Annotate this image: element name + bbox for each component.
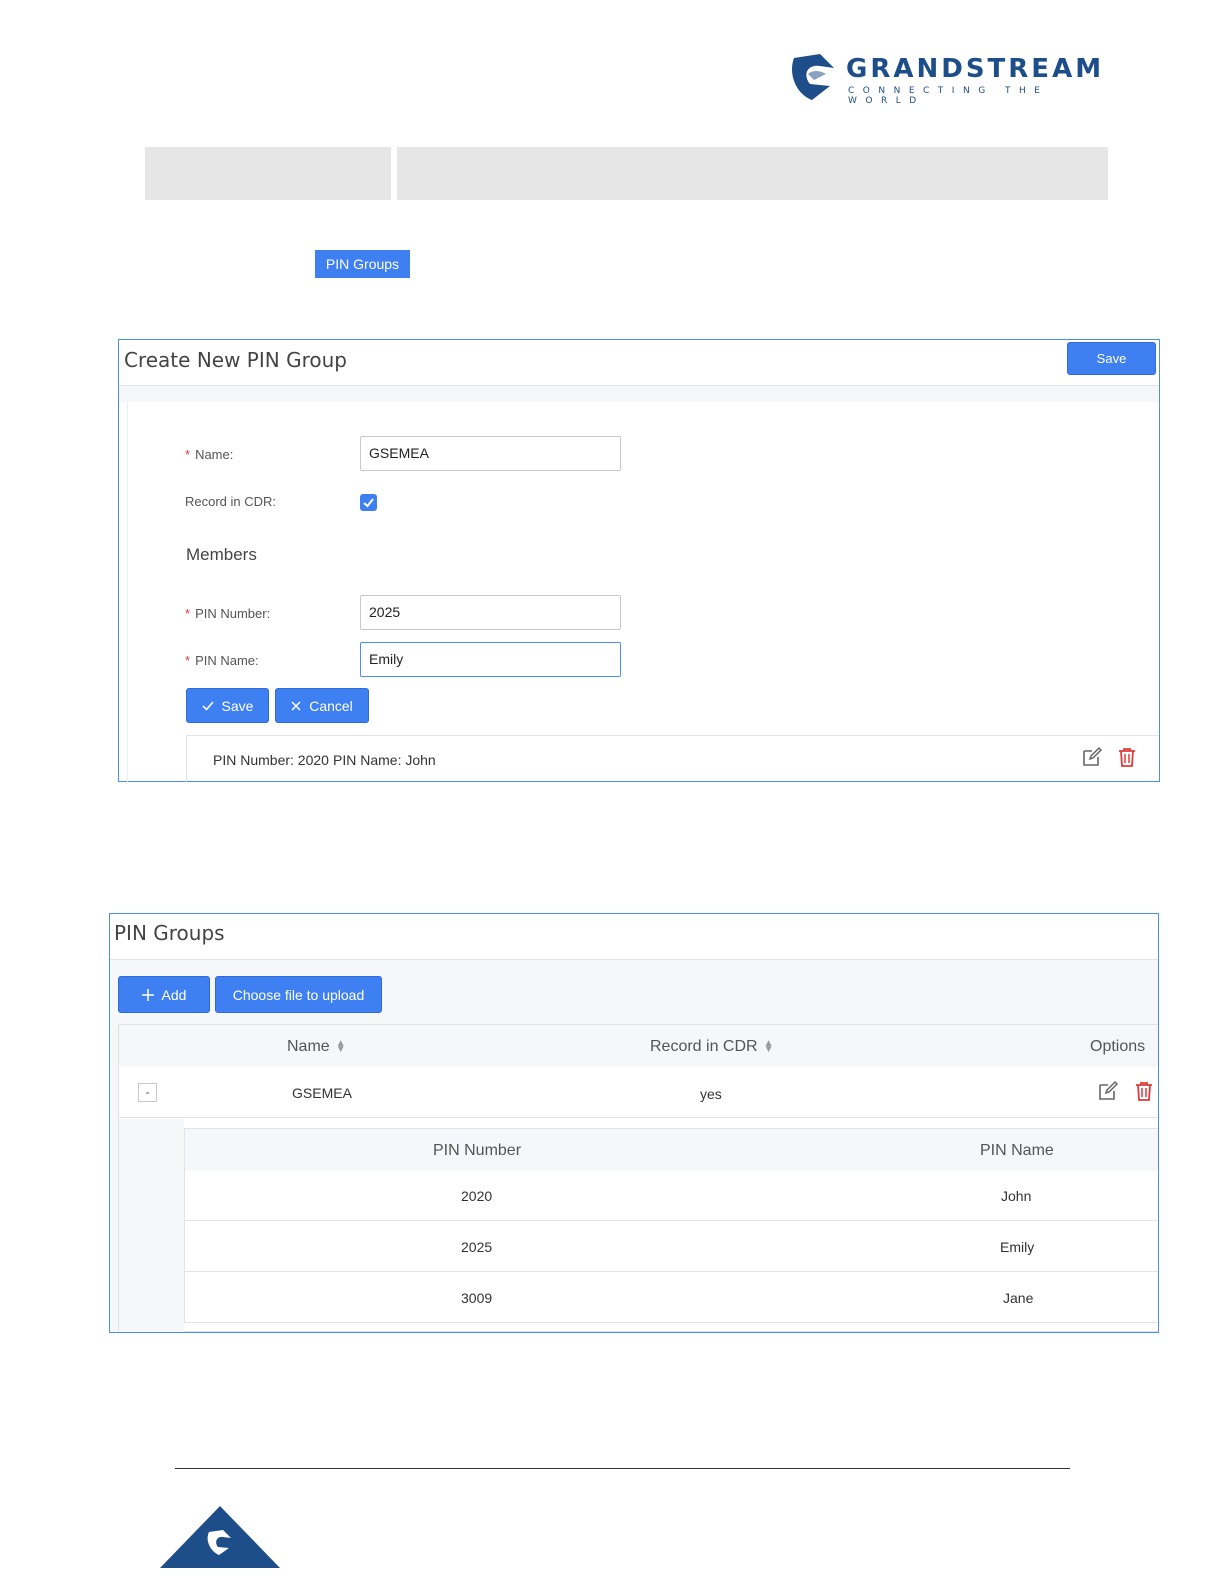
upload-label: Choose file to upload [232, 986, 365, 1003]
member-save-button[interactable]: Save [186, 688, 269, 723]
members-heading: Members [186, 545, 257, 564]
sub-table-gutter [119, 1119, 184, 1332]
brand-name: GRANDSTREAM [846, 54, 1105, 84]
row-record: yes [700, 1086, 722, 1102]
pin-name-input[interactable]: Emily [360, 642, 621, 677]
row-name: GSEMEA [292, 1085, 352, 1101]
save-top-button[interactable]: Save [1067, 342, 1156, 375]
grandstream-logo-icon [792, 54, 834, 100]
pin-name-cell: Emily [1000, 1239, 1035, 1255]
footer-rule [175, 1468, 1070, 1469]
pin-number-cell: 3009 [461, 1290, 493, 1306]
table-row: - GSEMEA yes [119, 1067, 1158, 1118]
groups-table-header [119, 1025, 1158, 1067]
add-button[interactable]: Add [118, 976, 210, 1013]
member-entry-number: PIN Number: 2020 [213, 752, 329, 768]
sort-icon: ▲ ▼ [763, 1037, 774, 1055]
record-cdr-label: Record in CDR: [185, 494, 277, 509]
pin-name-cell: Jane [1003, 1290, 1034, 1306]
check-icon [201, 700, 214, 711]
pin-name-label: * PIN Name: [185, 653, 259, 668]
pin-name-cell: John [1001, 1188, 1032, 1204]
brand-tagline: CONNECTING THE WORLD [848, 86, 1049, 106]
table-header-cell-left [145, 147, 391, 200]
edit-icon[interactable] [1097, 1080, 1119, 1102]
pin-groups-tag[interactable]: PIN Groups [315, 250, 410, 278]
grandstream-logo: GRANDSTREAM CONNECTING THE WORLD [790, 52, 1120, 106]
add-label: Add [161, 986, 187, 1003]
table-row: 3009 Jane [185, 1273, 1158, 1323]
collapse-toggle[interactable]: - [138, 1083, 157, 1102]
col-name-header[interactable]: Name ▲ ▼ [287, 1038, 346, 1056]
pin-number-label: * PIN Number: [185, 606, 271, 621]
member-entry: PIN Number: 2020 PIN Name: John [186, 735, 1159, 782]
member-cancel-button[interactable]: Cancel [275, 688, 369, 723]
member-entry-name: PIN Name: John [333, 752, 436, 768]
member-save-label: Save [221, 697, 254, 714]
save-top-label: Save [1096, 351, 1127, 366]
table-header-cell-right [397, 147, 1108, 200]
name-input[interactable]: GSEMEA [360, 436, 621, 471]
close-icon [291, 700, 301, 711]
footer-logo-icon [207, 1530, 231, 1555]
table-row: 2025 Emily [185, 1222, 1158, 1272]
delete-icon[interactable] [1116, 746, 1138, 768]
upload-button[interactable]: Choose file to upload [215, 976, 382, 1013]
checkmark-icon [363, 498, 374, 508]
record-cdr-checkbox[interactable] [360, 494, 377, 511]
member-cancel-label: Cancel [309, 697, 353, 714]
pin-number-cell: 2025 [461, 1239, 493, 1255]
sub-table: PIN Number PIN Name 2020 John 2025 Emily… [184, 1128, 1158, 1323]
name-label: * Name: [185, 447, 234, 462]
groups-table: Name ▲ ▼ Record in CDR ▲ ▼ Options - GSEMEA … [118, 1024, 1158, 1332]
sub-col-number-header: PIN Number [433, 1142, 522, 1159]
pin-number-input[interactable]: 2025 [360, 595, 621, 630]
panel-left-rule [127, 402, 128, 782]
col-record-header[interactable]: Record in CDR ▲ ▼ [650, 1038, 774, 1056]
table-row: 2020 John [185, 1171, 1158, 1221]
panel-title: Create New PIN Group [124, 348, 347, 372]
pin-groups-panel: PIN Groups Add Choose file to upload Nam… [109, 913, 1159, 1333]
plus-icon [141, 988, 154, 1001]
sub-col-name-header: PIN Name [980, 1142, 1054, 1159]
panel-strip [119, 386, 1159, 402]
sort-icon: ▲ ▼ [335, 1037, 346, 1055]
create-pin-group-panel: Create New PIN Group Save * Name: GSEMEA … [118, 339, 1160, 782]
delete-icon[interactable] [1133, 1080, 1155, 1102]
pin-number-cell: 2020 [461, 1188, 493, 1204]
pin-groups-title: PIN Groups [114, 921, 225, 945]
col-options-header: Options [1090, 1038, 1146, 1055]
edit-icon[interactable] [1081, 746, 1103, 768]
